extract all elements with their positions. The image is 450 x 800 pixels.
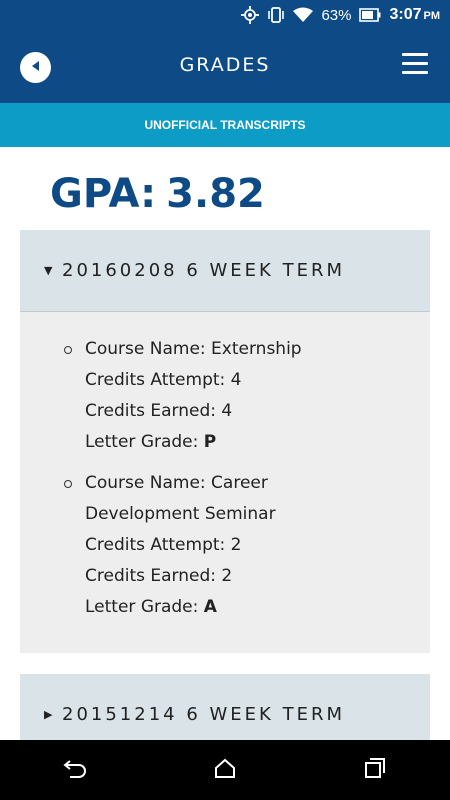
gpa-value: 3.82 [166,171,265,217]
home-icon [214,757,236,783]
term-title: 20160208 6 WEEK TERM [62,260,345,281]
unofficial-transcripts-link[interactable]: UNOFFICIAL TRANSCRIPTS [0,103,450,147]
credits-attempt-label: Credits Attempt: [85,535,226,555]
clock-time: 3:07 [389,6,422,23]
course-item: Course Name: Career Development Seminar … [64,468,410,623]
back-nav-icon [62,757,88,783]
letter-grade-label: Letter Grade: [85,597,199,617]
credits-earned: 2 [221,566,233,586]
clock: 3:07 PM [389,6,440,24]
letter-grade: P [203,432,217,452]
nav-home-button[interactable] [195,740,255,800]
gpa-display: GPA: 3.82 [50,171,265,217]
nav-back-button[interactable] [45,740,105,800]
term-header[interactable]: ▶ 20151214 6 WEEK TERM [20,674,430,740]
course-name: Career [211,473,268,493]
course-name-label: Course Name: [85,473,206,493]
menu-icon [402,53,428,74]
course-item: Course Name: Externship Credits Attempt:… [64,334,410,458]
letter-grade: A [203,597,217,617]
credits-attempt: 2 [230,535,242,555]
bullet-icon [64,346,72,354]
status-bar: 63% 3:07 PM [0,0,450,32]
course-name: Externship [211,339,302,359]
credits-attempt-label: Credits Attempt: [85,370,226,390]
gpa-label: GPA: [50,171,157,217]
bullet-icon [64,480,72,488]
battery-percent: 63% [321,6,352,24]
battery-icon [359,8,381,22]
term-header[interactable]: ▼ 20160208 6 WEEK TERM [20,230,430,312]
term-body: Course Name: Externship Credits Attempt:… [20,312,430,653]
caret-down-icon: ▼ [44,264,53,277]
vibrate-icon [267,6,285,24]
page-title: GRADES [179,54,271,76]
caret-right-icon: ▶ [44,708,53,721]
credits-earned: 4 [221,401,233,421]
gps-icon [241,6,260,24]
wifi-icon [293,7,314,23]
course-name-continued: Development Seminar [85,504,276,524]
course-name-label: Course Name: [85,339,206,359]
clock-ampm: PM [423,10,441,22]
term-panel: ▼ 20160208 6 WEEK TERM Course Name: Exte… [20,230,430,653]
credits-attempt: 4 [230,370,242,390]
letter-grade-label: Letter Grade: [85,432,199,452]
nav-recents-button[interactable] [345,740,405,800]
app-bar: GRADES [0,32,450,103]
recents-icon [364,757,386,783]
term-panel: ▶ 20151214 6 WEEK TERM [20,674,430,740]
menu-button[interactable] [402,53,428,79]
credits-earned-label: Credits Earned: [85,566,216,586]
grades-content[interactable]: GPA: 3.82 ▼ 20160208 6 WEEK TERM Course N… [0,147,450,740]
term-title: 20151214 6 WEEK TERM [62,704,345,725]
status-icons: 63% 3:07 PM [241,6,440,24]
credits-earned-label: Credits Earned: [85,401,216,421]
system-nav-bar [0,740,450,800]
